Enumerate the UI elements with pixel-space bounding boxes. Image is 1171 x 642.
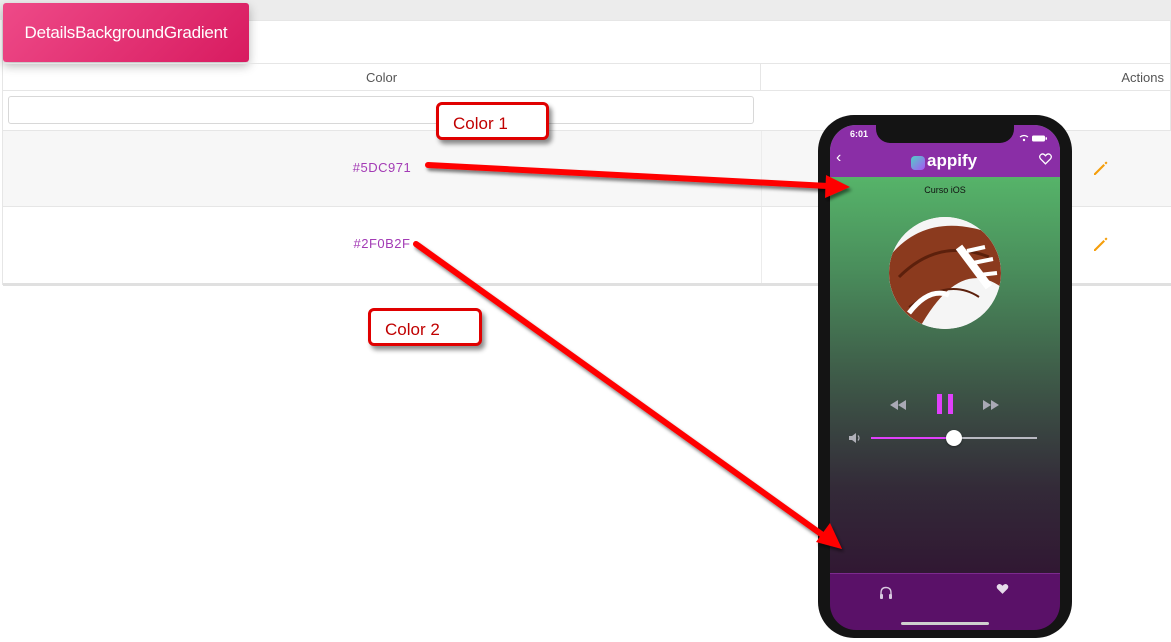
arrow-color-2: [413, 241, 842, 549]
callout-color-1: Color 1: [436, 102, 549, 140]
callout-color-2: Color 2: [368, 308, 482, 346]
annotation-arrows: [413, 162, 850, 549]
arrow-color-1: [425, 162, 850, 198]
